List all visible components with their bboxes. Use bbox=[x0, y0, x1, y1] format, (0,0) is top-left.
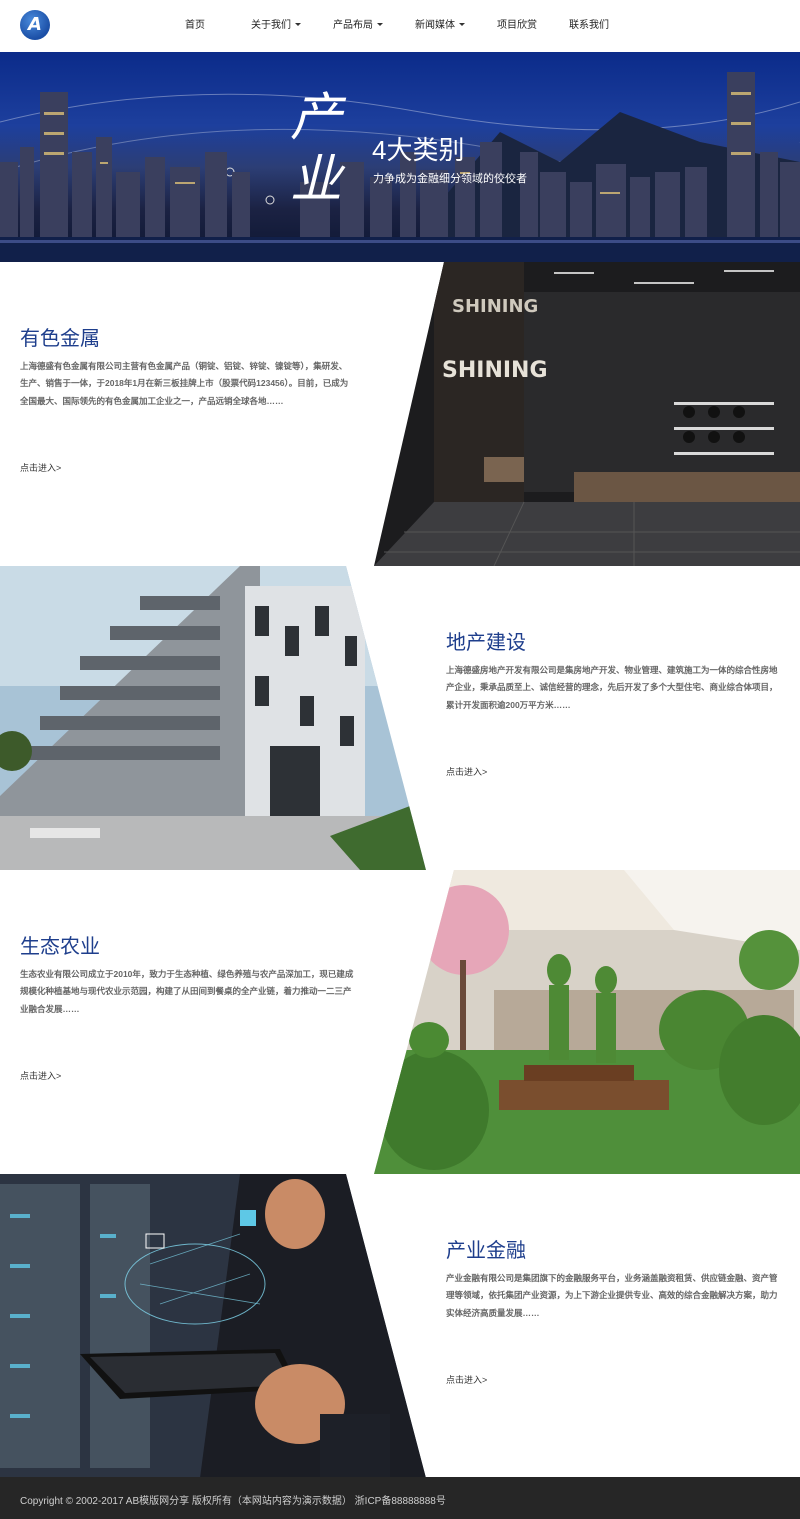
banner-char: 业 bbox=[290, 150, 343, 210]
enter-link[interactable]: 点击进入> bbox=[20, 1069, 61, 1082]
hero-banner: 产 业 4大类别 力争成为金融细分领域的佼佼者 bbox=[0, 52, 800, 262]
finance-tech-image bbox=[0, 1174, 426, 1478]
nav-item-products[interactable]: 产品布局 bbox=[333, 18, 415, 34]
enter-link[interactable]: 点击进入> bbox=[446, 765, 487, 778]
section-title: 产业金融 bbox=[446, 1240, 526, 1262]
banner-char: 产 bbox=[290, 88, 343, 148]
nav-item-projects[interactable]: 项目欣赏 bbox=[497, 18, 569, 34]
main-nav: 首页 关于我们 产品布局 新闻媒体 项目欣赏 联系我们 bbox=[185, 18, 629, 34]
section-description: 上海德盛房地产开发有限公司是集房地产开发、物业管理、建筑施工为一体的综合性房地产… bbox=[446, 665, 778, 710]
section-real-estate: 地产建设 上海德盛房地产开发有限公司是集房地产开发、物业管理、建筑施工为一体的综… bbox=[0, 566, 800, 870]
section-nonferrous-metals: 有色金属 上海德盛有色金属有限公司主营有色金属产品（铜锭、铝锭、锌锭、镍锭等），… bbox=[0, 262, 800, 566]
section-title: 生态农业 bbox=[20, 936, 100, 958]
chevron-down-icon bbox=[295, 23, 301, 26]
building-image bbox=[0, 566, 426, 870]
section-industrial-finance: 产业金融 产业金融有限公司是集团旗下的金融服务平台，业务涵盖融资租赁、供应链金融… bbox=[0, 1174, 800, 1478]
banner-calligraphy: 产 业 bbox=[290, 87, 370, 211]
nav-label: 产品布局 bbox=[333, 20, 373, 31]
svg-text:SHINING: SHINING bbox=[442, 358, 548, 383]
showroom-image: SHINING SHINING bbox=[374, 262, 800, 566]
enter-link[interactable]: 点击进入> bbox=[20, 461, 61, 474]
logo-letter: A bbox=[28, 14, 42, 35]
copyright-text: Copyright © 2002-2017 AB模版网分享 版权所有（本网站内容… bbox=[20, 1496, 446, 1507]
section-title: 有色金属 bbox=[20, 328, 100, 350]
chevron-down-icon bbox=[459, 23, 465, 26]
svg-text:SHINING: SHINING bbox=[452, 296, 538, 317]
site-footer: Copyright © 2002-2017 AB模版网分享 版权所有（本网站内容… bbox=[0, 1477, 800, 1519]
nav-item-contact[interactable]: 联系我们 bbox=[569, 18, 629, 34]
section-eco-agriculture: 生态农业 生态农业有限公司成立于2010年，致力于生态种植、绿色养殖与农产品深加… bbox=[0, 870, 800, 1174]
nav-item-news[interactable]: 新闻媒体 bbox=[415, 18, 497, 34]
chevron-down-icon bbox=[377, 23, 383, 26]
banner-title: 4大类别 bbox=[372, 135, 465, 165]
nav-label: 新闻媒体 bbox=[415, 20, 455, 31]
logo[interactable]: A bbox=[20, 10, 50, 40]
section-description: 产业金融有限公司是集团旗下的金融服务平台，业务涵盖融资租赁、供应链金融、资产管理… bbox=[446, 1273, 778, 1318]
nav-label: 联系我们 bbox=[569, 20, 609, 31]
section-description: 上海德盛有色金属有限公司主营有色金属产品（铜锭、铝锭、锌锭、镍锭等），集研发、生… bbox=[20, 361, 349, 406]
nav-label: 项目欣赏 bbox=[497, 20, 537, 31]
site-header: A 首页 关于我们 产品布局 新闻媒体 项目欣赏 联系我们 bbox=[0, 0, 800, 52]
nav-item-home[interactable]: 首页 bbox=[185, 18, 237, 34]
section-title: 地产建设 bbox=[446, 632, 526, 654]
section-description: 生态农业有限公司成立于2010年，致力于生态种植、绿色养殖与农产品深加工，现已建… bbox=[20, 969, 354, 1014]
garden-mall-image bbox=[374, 870, 800, 1174]
nav-item-about[interactable]: 关于我们 bbox=[251, 18, 333, 34]
banner-subtitle: 力争成为金融细分领域的佼佼者 bbox=[373, 173, 527, 185]
nav-label: 首页 bbox=[185, 20, 205, 31]
nav-label: 关于我们 bbox=[251, 20, 291, 31]
enter-link[interactable]: 点击进入> bbox=[446, 1373, 487, 1386]
